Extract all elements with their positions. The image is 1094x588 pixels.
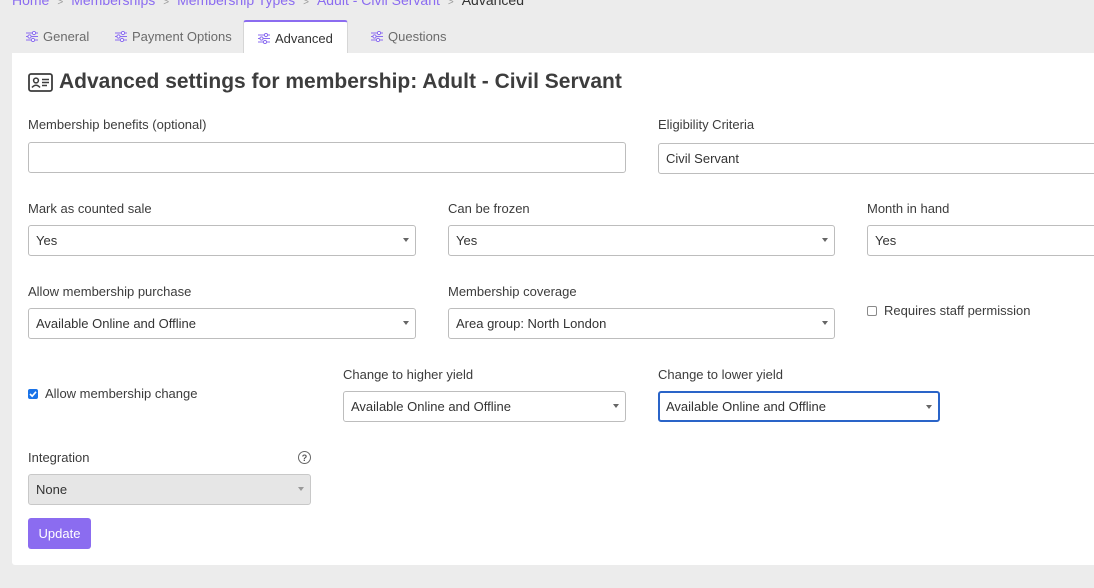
eligibility-input[interactable]: Civil Servant	[658, 143, 1094, 174]
breadcrumb-current: Advanced	[461, 0, 524, 8]
breadcrumb-home[interactable]: Home	[12, 0, 49, 8]
integration-label: Integration	[28, 450, 90, 465]
month-in-hand-select[interactable]: Yes	[867, 225, 1094, 256]
allow-purchase-label: Allow membership purchase	[28, 284, 192, 299]
eligibility-label: Eligibility Criteria	[658, 117, 755, 132]
checkmark-icon	[29, 390, 37, 397]
benefits-input[interactable]	[28, 142, 626, 173]
higher-yield-label: Change to higher yield	[343, 367, 474, 382]
counted-sale-value: Yes	[36, 233, 58, 248]
coverage-value: Area group: North London	[456, 316, 607, 331]
coverage-label: Membership coverage	[448, 284, 577, 299]
sliders-icon	[26, 31, 38, 42]
month-in-hand-value: Yes	[875, 233, 897, 248]
chevron-down-icon	[822, 238, 828, 242]
chevron-down-icon	[403, 321, 409, 325]
breadcrumb: Home > Memberships > Membership Types > Adult …	[12, 0, 524, 8]
can-be-frozen-label: Can be frozen	[448, 201, 530, 216]
breadcrumb-separator-icon: >	[163, 0, 170, 8]
id-card-icon	[28, 72, 53, 92]
month-in-hand-label: Month in hand	[867, 201, 950, 216]
counted-sale-select[interactable]: Yes	[28, 225, 416, 256]
breadcrumb-separator-icon: >	[303, 0, 309, 8]
requires-staff-permission[interactable]: Requires staff permission	[867, 303, 1030, 318]
requires-staff-checkbox[interactable]	[867, 305, 877, 316]
allow-purchase-value: Available Online and Offline	[36, 316, 196, 331]
integration-select: None	[28, 474, 311, 505]
allow-purchase-select[interactable]: Available Online and Offline	[28, 308, 416, 339]
lower-yield-select[interactable]: Available Online and Offline	[658, 391, 940, 422]
sliders-icon	[371, 31, 383, 42]
can-be-frozen-value: Yes	[456, 233, 478, 248]
tab-label: Questions	[388, 29, 447, 44]
counted-sale-label: Mark as counted sale	[28, 201, 152, 216]
integration-value: None	[36, 482, 68, 497]
lower-yield-value: Available Online and Offline	[666, 399, 826, 414]
tab-payment-options[interactable]: Payment Options	[101, 20, 246, 53]
can-be-frozen-select[interactable]: Yes	[448, 225, 835, 256]
sliders-icon	[115, 31, 127, 42]
allow-membership-change[interactable]: Allow membership change	[28, 386, 197, 401]
breadcrumb-separator-icon: >	[447, 0, 454, 8]
update-button[interactable]: Update	[28, 518, 91, 549]
tab-label: General	[43, 29, 90, 44]
breadcrumb-separator-icon: >	[57, 0, 64, 8]
coverage-select[interactable]: Area group: North London	[448, 308, 835, 339]
chevron-down-icon	[298, 487, 304, 491]
tab-questions[interactable]: Questions	[357, 20, 461, 53]
tab-label: Advanced	[275, 30, 333, 46]
allow-change-checkbox[interactable]	[28, 388, 38, 399]
higher-yield-select[interactable]: Available Online and Offline	[343, 391, 626, 422]
page-title: Advanced settings for membership: Adult …	[28, 70, 622, 94]
chevron-down-icon	[613, 404, 619, 408]
requires-staff-label: Requires staff permission	[884, 303, 1031, 318]
tab-general[interactable]: General	[12, 20, 103, 53]
breadcrumb-membership[interactable]: Adult - Civil Servant	[317, 0, 440, 8]
tab-advanced[interactable]: Advanced	[243, 20, 348, 54]
allow-change-label: Allow membership change	[45, 386, 198, 401]
tab-label: Payment Options	[132, 29, 232, 44]
question-circle-icon[interactable]: ?	[298, 451, 311, 464]
benefits-label: Membership benefits (optional)	[28, 117, 207, 132]
higher-yield-value: Available Online and Offline	[351, 399, 511, 414]
chevron-down-icon	[403, 238, 409, 242]
breadcrumb-membership-types[interactable]: Membership Types	[177, 0, 295, 8]
sliders-icon	[258, 32, 270, 44]
chevron-down-icon	[926, 405, 932, 409]
lower-yield-label: Change to lower yield	[658, 367, 784, 382]
chevron-down-icon	[822, 321, 828, 325]
breadcrumb-memberships[interactable]: Memberships	[71, 0, 155, 8]
page-title-text: Advanced settings for membership: Adult …	[59, 70, 622, 93]
